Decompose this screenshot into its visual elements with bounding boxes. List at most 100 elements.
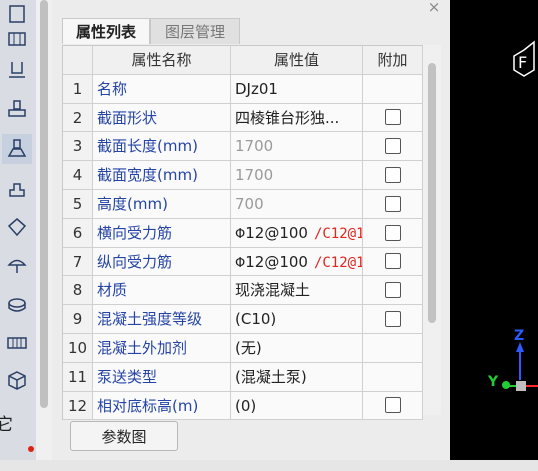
- extra-cell: [363, 305, 423, 334]
- property-name-cell[interactable]: 纵向受力筋: [93, 247, 231, 277]
- property-value-cell[interactable]: 700: [231, 189, 363, 219]
- extra-cell: [363, 247, 423, 277]
- property-row[interactable]: 5 高度(mm) 700: [63, 189, 423, 219]
- y-axis-marker: [502, 381, 510, 389]
- property-row[interactable]: 9 混凝土强度等级 (C10): [63, 305, 423, 334]
- stepped-footing-icon[interactable]: [2, 174, 32, 204]
- row-index: 3: [63, 132, 93, 162]
- property-name-cell[interactable]: 截面形状: [93, 103, 231, 133]
- axis-label-f: F: [518, 53, 527, 72]
- left-toolbar: 它: [0, 0, 36, 471]
- property-row[interactable]: 4 截面宽度(mm) 1700: [63, 161, 423, 190]
- property-value-cell[interactable]: 四棱锥台形独...: [231, 103, 363, 133]
- pile-cap-icon[interactable]: [2, 212, 32, 242]
- header-property-name[interactable]: 属性名称: [93, 46, 231, 75]
- row-index: 12: [63, 391, 93, 421]
- row-index: 4: [63, 161, 93, 190]
- rebar-annotation: /C12@100: [313, 254, 363, 271]
- header-property-value[interactable]: 属性值: [231, 46, 363, 75]
- rebar-grade-symbol: Φ: [235, 255, 246, 271]
- property-name-cell[interactable]: 截面宽度(mm): [93, 161, 231, 190]
- extra-cell[interactable]: [363, 333, 423, 363]
- beam-icon[interactable]: [2, 24, 32, 54]
- grid-header: 属性名称 属性值 附加: [63, 46, 423, 75]
- row-index: 2: [63, 103, 93, 133]
- row-index: 7: [63, 247, 93, 277]
- property-name-cell[interactable]: 材质: [93, 276, 231, 306]
- extra-cell: [363, 276, 423, 306]
- property-value-text: 12@100: [245, 252, 308, 271]
- property-value-cell[interactable]: 1700: [231, 132, 363, 162]
- toolbar-scrollbar-thumb[interactable]: [40, 0, 48, 408]
- cap-icon[interactable]: [2, 94, 32, 124]
- extra-checkbox[interactable]: [384, 109, 401, 126]
- property-row[interactable]: 11 泵送类型 (混凝土泵): [63, 362, 423, 392]
- property-value-cell[interactable]: (混凝土泵): [231, 362, 363, 392]
- rebar-annotation: /C12@100: [313, 225, 363, 242]
- property-name-cell[interactable]: 高度(mm): [93, 189, 231, 219]
- toolbar-truncated-label: 它: [0, 415, 13, 435]
- rebar-grade-symbol: Φ: [235, 226, 246, 242]
- property-name-cell[interactable]: 名称: [93, 74, 231, 104]
- row-index: 11: [63, 362, 93, 392]
- property-row[interactable]: 3 截面长度(mm) 1700: [63, 132, 423, 162]
- property-name-cell[interactable]: 相对底标高(m): [93, 391, 231, 421]
- property-value-cell[interactable]: (C10): [231, 305, 363, 334]
- grid-scrollbar-thumb[interactable]: [428, 63, 436, 323]
- axis-origin-cube: [516, 381, 526, 391]
- header-extra-label: 附加: [377, 50, 408, 69]
- close-icon[interactable]: ×: [425, 0, 443, 15]
- extra-cell[interactable]: [363, 362, 423, 392]
- extra-checkbox[interactable]: [384, 224, 401, 241]
- property-row[interactable]: 8 材质 现浇混凝土: [63, 276, 423, 306]
- extra-checkbox[interactable]: [384, 311, 401, 328]
- property-value-cell[interactable]: (0): [231, 391, 363, 421]
- footing-icon[interactable]: [2, 55, 32, 85]
- property-value-text: 12@100: [245, 223, 308, 242]
- property-value-cell[interactable]: Φ12@100/C12@100: [231, 247, 363, 277]
- header-extra[interactable]: 附加: [363, 46, 423, 75]
- row-index: 10: [63, 333, 93, 363]
- property-row[interactable]: 1 名称 DJz01: [63, 74, 423, 104]
- grid-slab-icon[interactable]: [2, 328, 32, 358]
- extra-cell: [363, 391, 423, 421]
- property-value-cell[interactable]: 现浇混凝土: [231, 276, 363, 306]
- property-value-cell[interactable]: Φ12@100/C12@100: [231, 218, 363, 248]
- umbrella-footing-icon[interactable]: [2, 250, 32, 280]
- 3d-viewport[interactable]: F Z Y: [450, 0, 538, 460]
- property-grid: 属性名称 属性值 附加 1 名称 DJz01 2 截面形状 四棱锥台形独... 3 截面长度(…: [62, 45, 423, 421]
- extra-checkbox[interactable]: [384, 397, 401, 414]
- cube-icon[interactable]: [2, 366, 32, 396]
- property-row[interactable]: 6横向受力筋Φ12@100/C12@100: [63, 218, 423, 248]
- extra-cell[interactable]: [363, 74, 423, 104]
- row-index: 9: [63, 305, 93, 334]
- tab-layer-management[interactable]: 图层管理: [150, 18, 240, 44]
- grid-scrollbar[interactable]: [423, 45, 441, 415]
- property-name-cell[interactable]: 泵送类型: [93, 362, 231, 392]
- extra-checkbox[interactable]: [384, 282, 401, 299]
- toolbar-scrollbar[interactable]: [36, 0, 52, 471]
- extra-cell: [363, 189, 423, 219]
- property-row[interactable]: 10 混凝土外加剂 (无): [63, 333, 423, 363]
- extra-checkbox[interactable]: [384, 138, 401, 155]
- extra-checkbox[interactable]: [384, 167, 401, 184]
- property-name-cell[interactable]: 混凝土强度等级: [93, 305, 231, 334]
- status-bar: [0, 460, 538, 471]
- property-row[interactable]: 2 截面形状 四棱锥台形独...: [63, 103, 423, 133]
- tab-property-list[interactable]: 属性列表: [62, 18, 150, 44]
- viewport-canvas: F Z Y: [487, 40, 538, 391]
- extra-checkbox[interactable]: [384, 195, 401, 212]
- property-row[interactable]: 7纵向受力筋Φ12@100/C12@100: [63, 247, 423, 277]
- isolated-footing-icon[interactable]: [2, 134, 32, 164]
- grid-rows: 1 名称 DJz01 2 截面形状 四棱锥台形独... 3 截面长度(mm) 1700 4 截面宽度…: [63, 74, 423, 421]
- property-value-cell[interactable]: (无): [231, 333, 363, 363]
- property-name-cell[interactable]: 横向受力筋: [93, 218, 231, 248]
- property-value-cell[interactable]: 1700: [231, 161, 363, 190]
- extra-checkbox[interactable]: [384, 253, 401, 270]
- parameter-diagram-button[interactable]: 参数图: [70, 421, 178, 451]
- property-name-cell[interactable]: 截面长度(mm): [93, 132, 231, 162]
- property-name-cell[interactable]: 混凝土外加剂: [93, 333, 231, 363]
- property-value-cell[interactable]: DJz01: [231, 74, 363, 104]
- disc-icon[interactable]: [2, 290, 32, 320]
- property-row[interactable]: 12 相对底标高(m) (0): [63, 391, 423, 421]
